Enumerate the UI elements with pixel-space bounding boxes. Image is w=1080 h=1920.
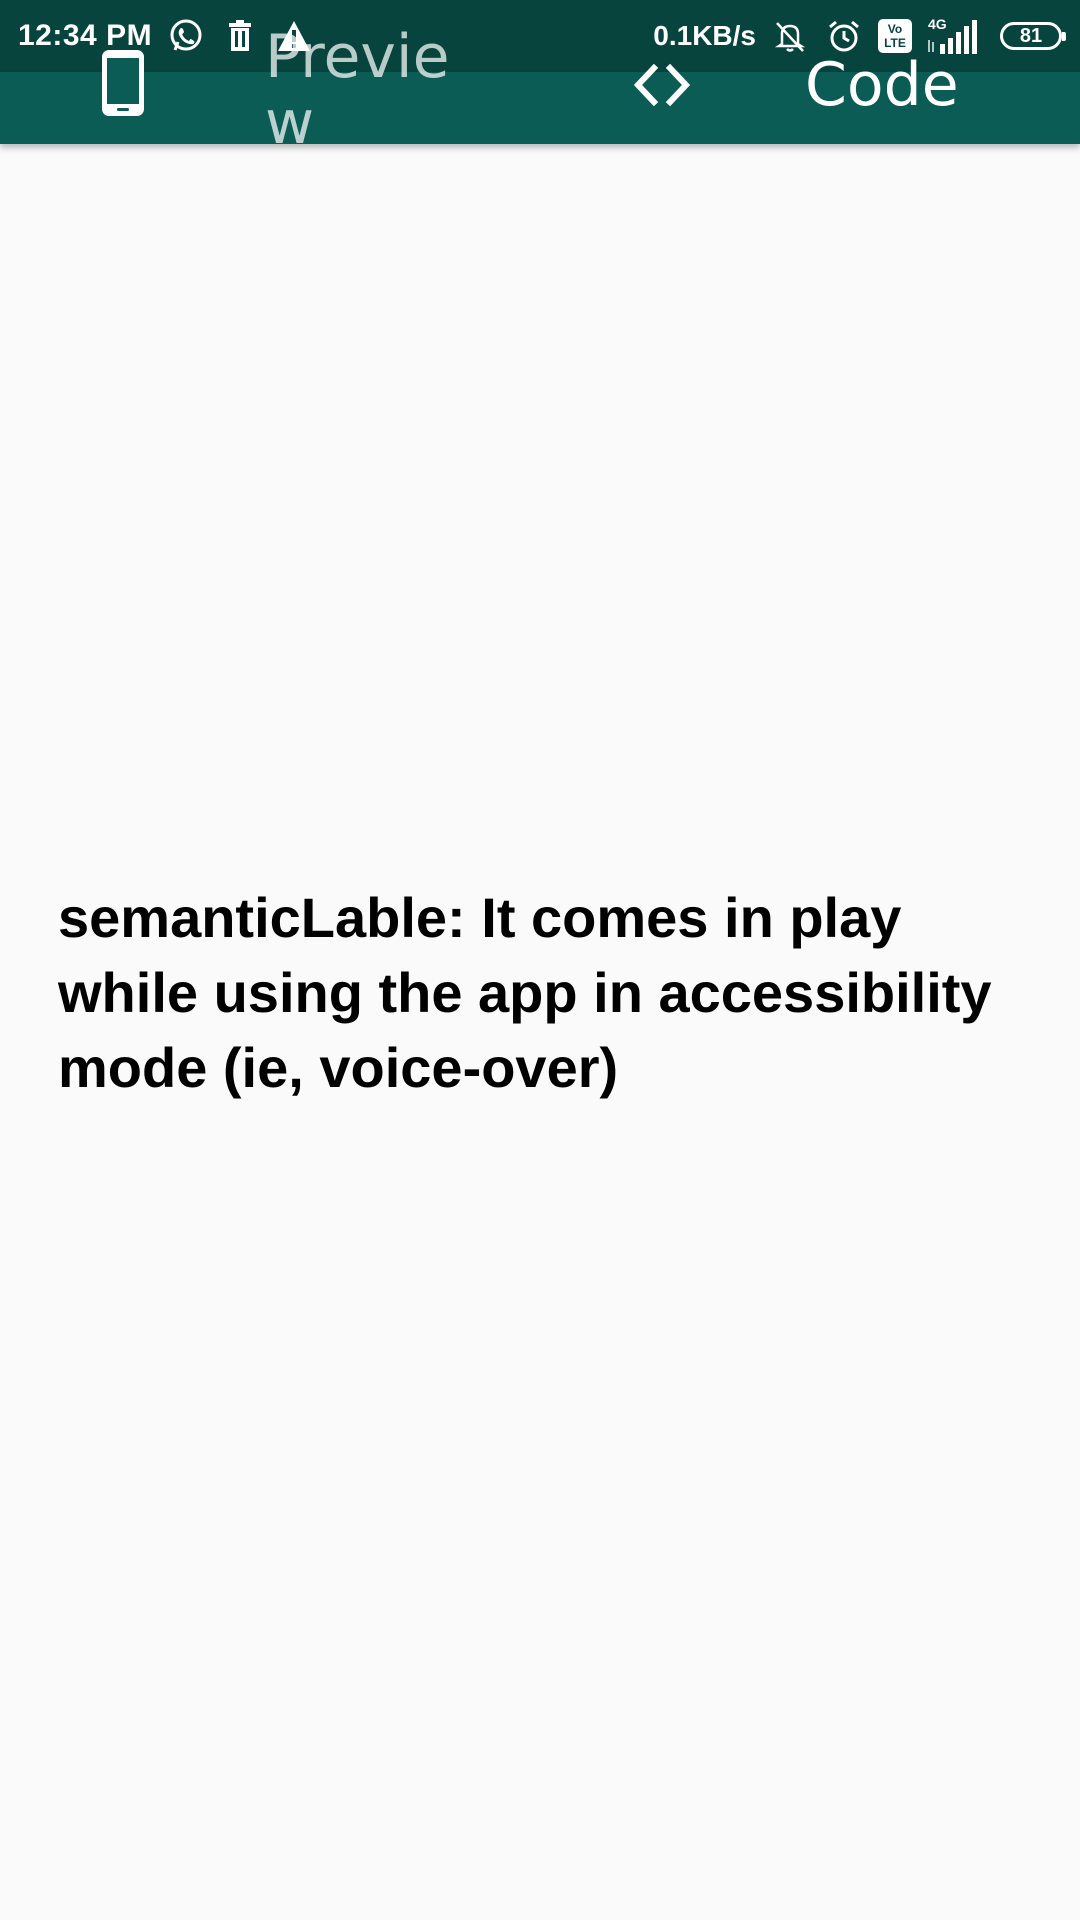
- battery-icon: 81: [1000, 22, 1066, 50]
- trash-icon: [220, 16, 260, 56]
- tab-bar: Preview Code: [0, 24, 1080, 156]
- screen: 12:34 PM 0.1KB/s Vo LTE 4G 81 Preview Co…: [0, 0, 1080, 1920]
- network-speed: 0.1KB/s: [653, 20, 756, 51]
- main-content: semanticLable: It comes in play while us…: [58, 880, 1018, 1105]
- volte-label-top: Vo: [887, 22, 903, 36]
- muted-bell-icon: [770, 16, 810, 56]
- tab-code-label: Code: [805, 50, 959, 120]
- phone-icon: [100, 48, 146, 123]
- volte-label-bottom: LTE: [884, 36, 906, 50]
- tab-code[interactable]: Code: [630, 52, 990, 144]
- whatsapp-icon: [166, 16, 206, 56]
- volte-icon: Vo LTE: [878, 19, 912, 53]
- description-text: semanticLable: It comes in play while us…: [58, 886, 992, 1099]
- tab-preview-label: Preview: [265, 22, 450, 158]
- tab-preview[interactable]: Preview: [100, 24, 460, 156]
- code-icon: [630, 60, 694, 115]
- battery-level: 81: [1019, 25, 1043, 47]
